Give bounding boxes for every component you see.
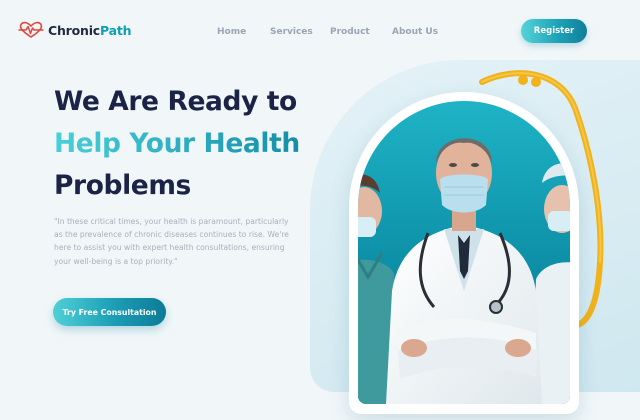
landing-page: ChronicPath Home Services Product About … [0, 0, 640, 420]
doctors-photo [358, 101, 570, 404]
